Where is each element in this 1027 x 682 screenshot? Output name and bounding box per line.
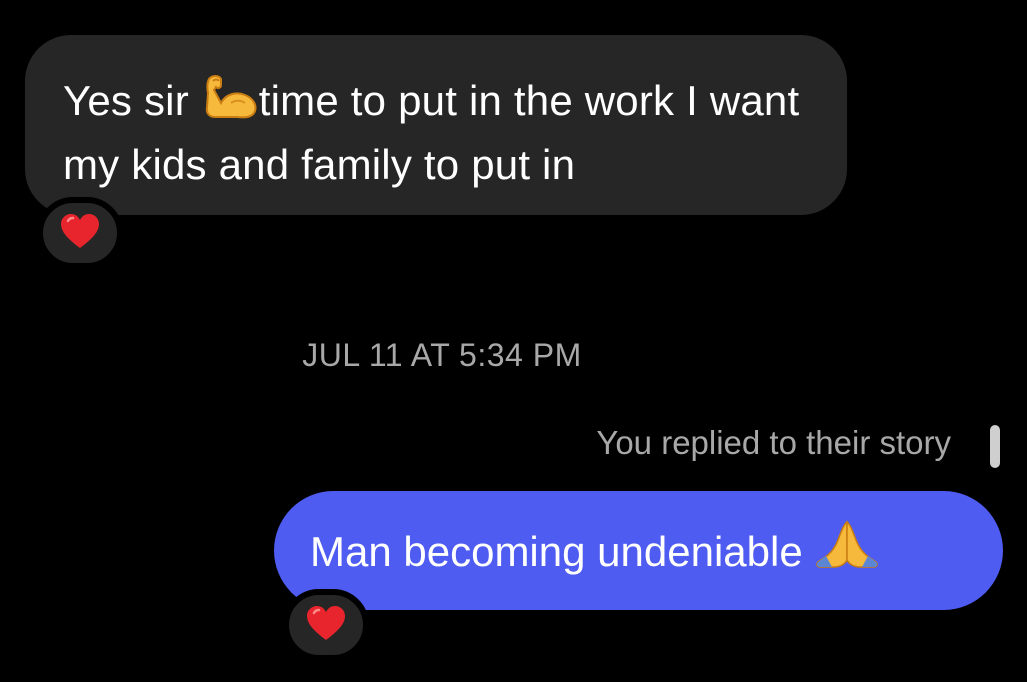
incoming-message-bubble[interactable]: Yes sir time to put in the work I want m…	[25, 35, 847, 215]
incoming-message-text: Yes sir time to put in the work I want m…	[63, 71, 817, 195]
outgoing-message-bubble[interactable]: Man becoming undeniable	[274, 491, 1003, 610]
message-timestamp: JUL 11 AT 5:34 PM	[302, 337, 582, 373]
incoming-reaction[interactable]	[37, 197, 123, 269]
outgoing-message-text: Man becoming undeniable	[310, 520, 880, 581]
heart-icon	[59, 212, 101, 255]
story-reply-bar	[990, 425, 1000, 468]
outgoing-text: Man becoming undeniable	[310, 528, 815, 575]
heart-icon	[305, 604, 347, 647]
story-reply-label: You replied to their story	[596, 424, 951, 461]
folded-hands-icon	[814, 520, 880, 581]
outgoing-reaction[interactable]	[283, 589, 369, 661]
flexed-biceps-icon	[201, 73, 259, 135]
incoming-text-part-1: Yes sir	[63, 77, 201, 124]
